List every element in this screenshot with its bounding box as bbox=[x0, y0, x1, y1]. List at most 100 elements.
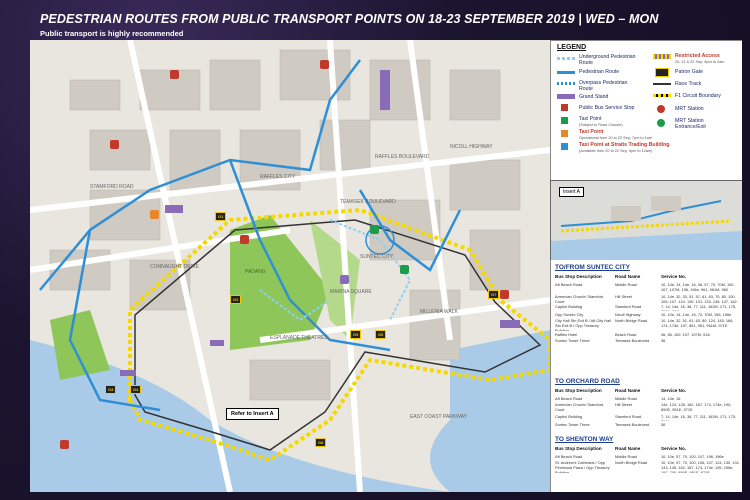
service-no-cell: 10, 10e, 14, 14e, 16, 70, 70M, 196, 196e bbox=[661, 312, 732, 317]
legend-taxi2-note: Operational from 20 to 22 Sep, 7pm to 1a… bbox=[579, 136, 653, 140]
label-marina: MARINA SQUARE bbox=[330, 289, 372, 295]
bus-stop-cell: Capitol Building bbox=[555, 414, 583, 419]
legend-bus: Public Bus Service Stop bbox=[579, 105, 635, 111]
label-nicoll: NICOLL HIGHWAY bbox=[450, 144, 493, 150]
legend-taxi3-note: (Available from 20 to 22 Sep, 9pm to 12a… bbox=[579, 149, 653, 153]
service-no-cell: 36 bbox=[661, 338, 666, 343]
patron-gate[interactable]: G7 bbox=[488, 290, 500, 299]
bus-stop-cell: Suntec Tower Three bbox=[555, 422, 590, 427]
race-track-swatch bbox=[653, 83, 671, 85]
taxi-point-icon[interactable] bbox=[370, 225, 379, 234]
legend-title: LEGEND bbox=[557, 44, 587, 51]
road-name-cell: Stamford Road bbox=[615, 414, 642, 419]
header-service: Service No. bbox=[661, 446, 687, 451]
road-name-cell: Hill Street bbox=[615, 294, 632, 299]
bus-stop-icon[interactable] bbox=[110, 140, 119, 149]
patron-gate[interactable]: G2 bbox=[230, 295, 242, 304]
label-temasek: TEMASEK BOULEVARD bbox=[340, 199, 396, 205]
bus-stop-cell: Raffles Hotel bbox=[555, 332, 578, 337]
taxi-point-icon[interactable] bbox=[150, 210, 159, 219]
road-name-cell: Beach Road bbox=[615, 332, 637, 337]
bus-stop-cell: St. Andrew's Cathedral / Opp Peninsula P… bbox=[555, 460, 610, 473]
label-connaught: CONNAUGHT DRIVE bbox=[150, 264, 199, 270]
patron-gate[interactable]: G6 bbox=[375, 330, 387, 339]
legend-mrt: MRT Station bbox=[675, 106, 704, 112]
label-padang: PADANG bbox=[245, 269, 266, 275]
legend-boundary: F1 Circuit Boundary bbox=[675, 93, 721, 99]
patron-gate[interactable]: G8 bbox=[315, 438, 327, 447]
grandstand-swatch bbox=[557, 94, 575, 99]
road-name-cell: Hill Street bbox=[615, 402, 632, 407]
taxi-icon bbox=[561, 117, 568, 124]
patron-gate[interactable]: G1 bbox=[215, 212, 227, 221]
service-no-cell: 10, 14e, 14, 14e, 16, 36, 57, 70, 70M, 1… bbox=[661, 282, 735, 292]
bus-icon bbox=[561, 104, 568, 111]
bus-stop-cell: Armenian Church/ Stamford Court bbox=[555, 402, 604, 412]
service-no-cell: 36, 56, 100, 107, 107M, 518 bbox=[661, 332, 710, 337]
pedestrian-swatch bbox=[557, 71, 575, 74]
patron-gate[interactable]: G3 bbox=[105, 385, 117, 394]
restricted-swatch bbox=[653, 54, 671, 59]
taxi-point-icon[interactable] bbox=[340, 275, 349, 284]
legend-overpass: Overpass Pedestrian Route bbox=[579, 80, 628, 92]
taxi-straits-icon bbox=[561, 143, 568, 150]
legend-patron: Patron Gate bbox=[675, 69, 703, 75]
service-no-cell: 10, 10e, 57, 70, 100, 107, 196, 196e bbox=[661, 454, 724, 459]
label-esplanade: ESPLANADE THEATRES bbox=[270, 335, 328, 341]
header-bus-stop: Bus Stop Description bbox=[555, 446, 602, 451]
road-name-cell: Temasek Boulevard bbox=[615, 422, 650, 427]
bus-stop-cell: Aft Beach Road bbox=[555, 454, 583, 459]
bus-stop-icon[interactable] bbox=[320, 60, 329, 69]
patron-gate[interactable]: G4 bbox=[130, 385, 142, 394]
legend-grandstand: Grand Stand bbox=[579, 94, 609, 100]
header-bus-stop: Bus Stop Description bbox=[555, 274, 602, 279]
service-no-cell: 7, 14, 14e, 16, 36, 77, 111, 162M, 171, … bbox=[661, 414, 737, 421]
taxi-evening-icon bbox=[561, 130, 568, 137]
underground-swatch bbox=[557, 57, 575, 60]
page-subtitle: Public transport is highly recommended bbox=[40, 29, 184, 38]
road-name-cell: North Bridge Road bbox=[615, 318, 648, 323]
bus-stop-cell: Opp Suntec City bbox=[555, 312, 584, 317]
legend-restricted-note: 20, 21 & 22 Sep, 8pm to 2am bbox=[675, 60, 725, 64]
header-service: Service No. bbox=[661, 274, 687, 279]
bus-stop-cell: Aft Beach Road bbox=[555, 396, 583, 401]
service-no-cell: 7, 14, 14e, 16, 36, 77, 111, 162M, 171, … bbox=[661, 304, 737, 311]
overpass-swatch bbox=[557, 82, 575, 85]
header-road: Road Name bbox=[615, 274, 641, 279]
road-name-cell: Nicoll Highway bbox=[615, 312, 641, 317]
service-no-cell: 10, 14e, 32, 51, 61, 63, 80, 124, 145, 1… bbox=[661, 318, 734, 328]
gate-icon bbox=[655, 68, 669, 77]
header-bus-stop: Bus Stop Description bbox=[555, 388, 602, 393]
refer-insert-label[interactable]: Refer to Insert A bbox=[226, 408, 279, 420]
taxi-point-icon[interactable] bbox=[400, 265, 409, 274]
service-no-cell: 10, 14e, 32, 33, 51, 57, 61, 63, 70, 80,… bbox=[661, 294, 738, 303]
bus-stop-icon[interactable] bbox=[170, 70, 179, 79]
building-blocks bbox=[49, 49, 521, 401]
bus-stop-cell: Armenian Church/ Stamford Court bbox=[555, 294, 604, 303]
bus-stop-cell: Aft Beach Road bbox=[555, 282, 583, 287]
inset-label: Insert A bbox=[559, 187, 584, 197]
inset-a-map[interactable]: Insert A bbox=[550, 180, 742, 262]
patron-gate[interactable]: G5 bbox=[350, 330, 362, 339]
section-title-orchard: TO ORCHARD ROAD bbox=[555, 378, 620, 385]
section-title-suntec: TO/FROM SUNTEC CITY bbox=[555, 264, 630, 271]
legend-underground: Underground Pedestrian Route bbox=[579, 54, 636, 66]
bus-stop-cell: City Hall Stn Exit B / Aft City Hall Stn… bbox=[555, 318, 611, 331]
road-name-cell: Temasek Boulevard bbox=[615, 338, 650, 343]
service-no-cell: 36 bbox=[661, 422, 666, 427]
road-name-cell: Middle Road bbox=[615, 282, 637, 287]
label-stamford: STAMFORD ROAD bbox=[90, 184, 134, 190]
legend-mrt-exit: MRT Station Entrance/Exit bbox=[675, 118, 706, 130]
road-name-cell: North Bridge Road bbox=[615, 460, 648, 465]
page-title: PEDESTRIAN ROUTES FROM PUBLIC TRANSPORT … bbox=[40, 12, 659, 26]
bus-stop-icon[interactable] bbox=[500, 290, 509, 299]
road-name-cell: Stamford Road bbox=[615, 304, 642, 309]
legend-race: Race Track bbox=[675, 81, 702, 87]
route-map[interactable]: RAFFLES CITY SUNTEC CITY ESPLANADE THEAT… bbox=[30, 40, 742, 492]
mrt-icon bbox=[657, 105, 665, 113]
road-name-cell: Middle Road bbox=[615, 454, 637, 459]
header-road: Road Name bbox=[615, 388, 641, 393]
bus-stop-cell: Suntec Tower Three bbox=[555, 338, 590, 343]
bus-stop-icon[interactable] bbox=[60, 440, 69, 449]
bus-stop-icon[interactable] bbox=[240, 235, 249, 244]
